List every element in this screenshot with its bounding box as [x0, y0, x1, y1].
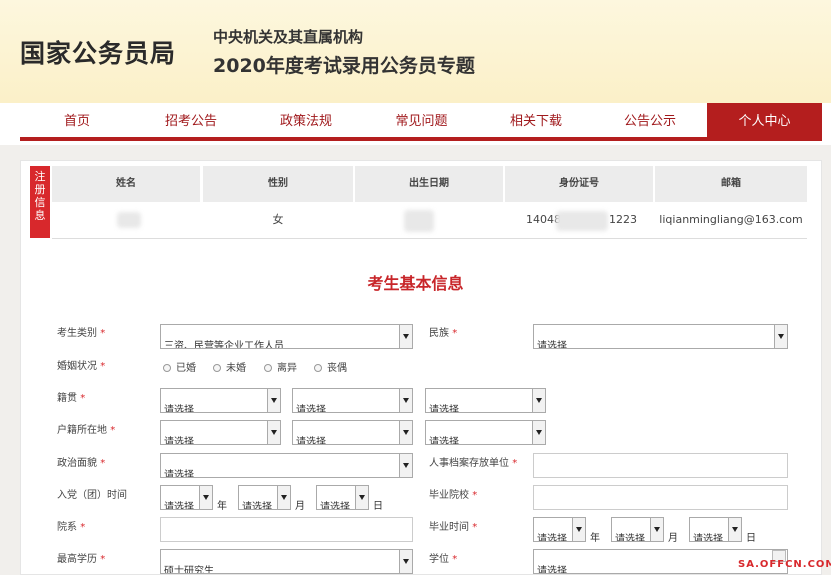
nav-personal-center[interactable]: 个人中心	[707, 103, 822, 141]
archive-unit-input[interactable]	[533, 453, 788, 478]
site-logo[interactable]: 国家公务员局	[20, 34, 176, 70]
main-nav: 首页 招考公告 政策法规 常见问题 相关下载 公告公示 个人中心	[20, 103, 822, 141]
party-year-select[interactable]: 请选择	[160, 485, 213, 510]
dropdown-arrow-icon[interactable]	[399, 389, 412, 412]
col-header-id: 身份证号	[505, 166, 653, 202]
native-city-select[interactable]: 请选择	[292, 388, 413, 413]
col-header-name: 姓名	[52, 166, 200, 202]
cell-id-prefix: 14048	[526, 213, 561, 226]
nav-policies[interactable]: 政策法规	[248, 103, 364, 141]
id-redacted	[556, 211, 608, 231]
birthdate-redacted	[404, 210, 434, 232]
registration-tag: 注册信息	[30, 166, 50, 238]
political-select[interactable]: 请选择	[160, 453, 413, 478]
dropdown-arrow-icon[interactable]	[728, 518, 741, 541]
label-marital: 婚姻状况 *	[57, 361, 106, 372]
dropdown-arrow-icon[interactable]	[650, 518, 663, 541]
education-select[interactable]: 硕士研究生	[160, 549, 413, 574]
nav-home[interactable]: 首页	[20, 103, 134, 141]
dropdown-arrow-icon[interactable]	[399, 454, 412, 477]
label-ethnicity: 民族 *	[429, 328, 458, 339]
cell-email: liqianmingliang@163.com	[659, 213, 803, 226]
label-education: 最高学历 *	[57, 554, 106, 565]
dropdown-arrow-icon[interactable]	[399, 421, 412, 444]
dropdown-arrow-icon[interactable]	[199, 486, 212, 509]
label-native: 籍贯 *	[57, 393, 86, 404]
radio-circle-icon[interactable]	[163, 364, 171, 372]
radio-circle-icon[interactable]	[264, 364, 272, 372]
header-title: 2020年度考试录用公务员专题	[213, 55, 475, 77]
dropdown-arrow-icon[interactable]	[277, 486, 290, 509]
department-input[interactable]	[160, 517, 413, 542]
dropdown-arrow-icon[interactable]	[399, 550, 412, 573]
dropdown-arrow-icon[interactable]	[267, 389, 280, 412]
radio-circle-icon[interactable]	[213, 364, 221, 372]
col-header-email: 邮箱	[655, 166, 807, 202]
col-header-gender: 性别	[203, 166, 353, 202]
row-divider	[52, 238, 807, 239]
graduate-school-input[interactable]	[533, 485, 788, 510]
label-department: 院系 *	[57, 522, 86, 533]
radio-unmarried[interactable]: 未婚	[213, 359, 246, 374]
label-degree: 学位 *	[429, 554, 458, 565]
dropdown-arrow-icon[interactable]	[355, 486, 368, 509]
unit-year: 年	[590, 533, 600, 544]
nav-announcements[interactable]: 招考公告	[134, 103, 248, 141]
graduate-month-select[interactable]: 请选择	[611, 517, 664, 542]
unit-month: 月	[668, 533, 678, 544]
native-province-select[interactable]: 请选择	[160, 388, 281, 413]
unit-day: 日	[746, 533, 756, 544]
dropdown-arrow-icon[interactable]	[532, 389, 545, 412]
label-archive-unit: 人事档案存放单位 *	[429, 458, 518, 469]
party-day-select[interactable]: 请选择	[316, 485, 369, 510]
unit-month: 月	[295, 501, 305, 512]
graduate-year-select[interactable]: 请选择	[533, 517, 586, 542]
header-subtitle: 中央机关及其直属机构	[213, 28, 364, 46]
native-county-select[interactable]: 请选择	[425, 388, 546, 413]
dropdown-arrow-icon[interactable]	[774, 325, 787, 348]
nav-publicity[interactable]: 公告公示	[593, 103, 707, 141]
label-party-date: 入党（团）时间	[57, 490, 127, 501]
label-political: 政治面貌 *	[57, 458, 106, 469]
ethnicity-select[interactable]: 请选择	[533, 324, 788, 349]
form-title: 考生基本信息	[367, 274, 464, 293]
name-redacted	[117, 212, 141, 228]
cell-id-suffix: 1223	[609, 213, 637, 226]
party-month-select[interactable]: 请选择	[238, 485, 291, 510]
dropdown-arrow-icon[interactable]	[572, 518, 585, 541]
col-header-birthdate: 出生日期	[355, 166, 503, 202]
household-province-select[interactable]: 请选择	[160, 420, 281, 445]
category-select[interactable]: 三资、民营等企业工作人员	[160, 324, 413, 349]
dropdown-arrow-icon[interactable]	[532, 421, 545, 444]
dropdown-arrow-icon[interactable]	[399, 325, 412, 348]
unit-day: 日	[373, 501, 383, 512]
radio-married[interactable]: 已婚	[163, 359, 196, 374]
nav-faq[interactable]: 常见问题	[364, 103, 479, 141]
label-graduate-date: 毕业时间 *	[429, 522, 478, 533]
household-city-select[interactable]: 请选择	[292, 420, 413, 445]
watermark: SA.OFFCN.COM	[738, 559, 831, 570]
label-category: 考生类别 *	[57, 328, 106, 339]
radio-circle-icon[interactable]	[314, 364, 322, 372]
dropdown-arrow-icon[interactable]	[267, 421, 280, 444]
label-graduate-school: 毕业院校 *	[429, 490, 478, 501]
unit-year: 年	[217, 501, 227, 512]
radio-divorced[interactable]: 离异	[264, 359, 297, 374]
label-household: 户籍所在地 *	[57, 425, 116, 436]
cell-gender: 女	[272, 213, 284, 226]
graduate-day-select[interactable]: 请选择	[689, 517, 742, 542]
header-banner: 国家公务员局 中央机关及其直属机构 2020年度考试录用公务员专题	[0, 0, 831, 103]
household-county-select[interactable]: 请选择	[425, 420, 546, 445]
nav-downloads[interactable]: 相关下载	[479, 103, 593, 141]
radio-widowed[interactable]: 丧偶	[314, 359, 347, 374]
